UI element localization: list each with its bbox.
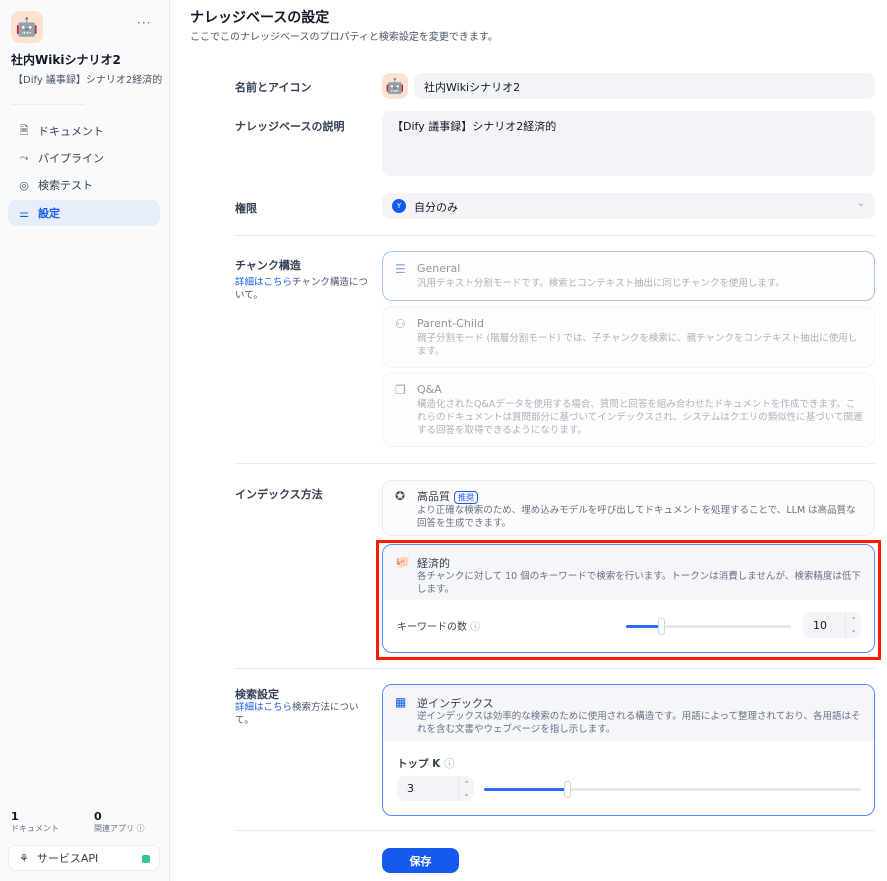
name-input[interactable]: 社内Wikiシナリオ2 [414, 73, 875, 99]
option-title: 逆インデックス [417, 697, 494, 710]
option-desc: 逆インデックスは効率的な検索のために使用される構造です。用語によって整理されてお… [417, 711, 861, 735]
sidebar: 🤖 ··· 社内Wikiシナリオ2 【Dify 議事録】シナリオ2経済的 🗎 ドキ… [0, 0, 170, 881]
retrieval-help: 詳細はこちら検索方法について。 [235, 701, 375, 727]
divider [235, 830, 875, 831]
nav-label: 設定 [38, 207, 60, 220]
divider [11, 104, 85, 105]
apps-label: 関連アプリ ⓘ [94, 823, 145, 834]
chunk-help: 詳細はこちらチャンク構造について。 [235, 276, 375, 302]
option-desc: より正確な検索のため、埋め込みモデルを呼び出してドキュメントを処理することで、L… [417, 505, 856, 529]
option-desc: 親子分割モード (階層分割モード) では、子チャンクを検索に、親チャンクをコンテ… [417, 333, 858, 357]
pipeline-icon: ⤳ [19, 151, 29, 164]
chevron-down-icon: ⌄ [856, 198, 865, 209]
option-title: Parent-Child [417, 317, 484, 330]
page-title: ナレッジベースの設定 [190, 10, 330, 26]
nav-label: パイプライン [38, 152, 104, 165]
index-method-label: インデックス方法 [235, 488, 323, 501]
permission-select[interactable]: Y 自分のみ ⌄ [382, 193, 875, 219]
highlight-box [376, 540, 881, 660]
general-icon: ☰ [395, 262, 406, 276]
sidebar-item-settings[interactable]: ⚌ 設定 [8, 200, 160, 226]
star-icon: ✪ [395, 489, 406, 503]
info-icon[interactable]: ⓘ [137, 824, 145, 833]
option-title: Q&A [417, 383, 442, 396]
hq-title: 高品質 [417, 490, 450, 503]
save-button[interactable]: 保存 [382, 848, 459, 873]
option-title: 高品質 推奨 [417, 488, 478, 504]
target-icon: ◎ [19, 178, 29, 192]
docs-count: 1 [11, 810, 19, 823]
page-subtitle: ここでこのナレッジベースのプロパティと検索設定を変更できます。 [190, 32, 498, 43]
kb-name: 社内Wikiシナリオ2 [11, 53, 121, 67]
document-icon: 🗎 [19, 123, 29, 137]
kb-description: 【Dify 議事録】シナリオ2経済的 [13, 75, 163, 86]
top-k-input[interactable]: 3 ⌃ ⌄ [397, 776, 474, 801]
index-option-high-quality[interactable]: ✪ 高品質 推奨 より正確な検索のため、埋め込みモデルを呼び出してドキュメントを処理す… [382, 480, 875, 536]
nav-label: 検索テスト [38, 179, 93, 192]
user-avatar: Y [392, 199, 406, 213]
name-label: 名前とアイコン [235, 81, 312, 94]
description-textarea[interactable]: 【Dify 議事録】シナリオ2経済的 [382, 111, 875, 176]
parent-child-icon: ⚇ [395, 317, 406, 331]
more-options-icon[interactable]: ··· [137, 16, 151, 30]
permission-value: 自分のみ [414, 201, 458, 214]
apps-label-text: 関連アプリ [94, 824, 134, 833]
service-api-label: サービスAPI [36, 852, 99, 865]
status-indicator [142, 855, 150, 863]
docs-label: ドキュメント [11, 824, 59, 833]
service-api-button[interactable]: ⚘ サービスAPI [8, 845, 160, 871]
retrieval-settings-label: 検索設定 [235, 688, 279, 701]
permission-label: 権限 [235, 202, 257, 215]
slider-thumb[interactable] [563, 781, 571, 798]
description-label: ナレッジベースの説明 [235, 120, 345, 133]
chunk-option-parent-child[interactable]: ⚇ Parent-Child 親子分割モード (階層分割モード) では、子チャンクを… [382, 306, 875, 368]
sidebar-item-documents[interactable]: 🗎 ドキュメント [8, 118, 160, 144]
chunk-structure-label: チャンク構造 [235, 259, 301, 272]
divider [235, 463, 875, 464]
option-desc: 汎用テキスト分割モードです。検索とコンテキスト抽出に同じチャンクを使用します。 [417, 278, 785, 289]
settings-icon: ⚌ [19, 206, 29, 220]
chunk-learn-more-link[interactable]: 詳細はこちら [235, 277, 292, 288]
chunk-option-general[interactable]: ☰ General 汎用テキスト分割モードです。検索とコンテキスト抽出に同じチャンク… [382, 251, 875, 301]
grid-icon: ▦ [395, 695, 407, 709]
sidebar-item-retrieval-test[interactable]: ◎ 検索テスト [8, 172, 160, 198]
kb-avatar-robot-icon[interactable]: 🤖 [11, 11, 43, 43]
sidebar-item-pipeline[interactable]: ⤳ パイプライン [8, 145, 160, 171]
kb-icon-picker[interactable]: 🤖 [382, 73, 408, 99]
chunk-option-qa[interactable]: ❐ Q&A 構造化されたQ&Aデータを使用する場合、質問と回答を組み合わせたドキュメ… [382, 372, 875, 447]
option-desc: 構造化されたQ&Aデータを使用する場合、質問と回答を組み合わせたドキュメントを作… [417, 399, 863, 436]
option-title: General [417, 262, 461, 275]
apps-count: 0 [94, 810, 102, 823]
recommended-badge: 推奨 [454, 491, 478, 504]
qa-icon: ❐ [395, 383, 406, 397]
top-k-label: トップ K ⓘ [397, 756, 454, 771]
api-icon: ⚘ [19, 851, 29, 865]
help-icon[interactable]: ⓘ [444, 758, 455, 770]
inverted-index-card[interactable]: ▦ 逆インデックス 逆インデックスは効率的な検索のために使用される構造です。用語… [382, 684, 875, 816]
top-k-slider[interactable] [484, 781, 861, 798]
retrieval-learn-more-link[interactable]: 詳細はこちら [235, 702, 292, 713]
divider [235, 235, 875, 236]
nav-label: ドキュメント [38, 125, 104, 138]
top-k-label-text: トップ K [397, 758, 441, 770]
stepper-icon[interactable]: ⌃ ⌄ [458, 776, 474, 801]
slider-fill [484, 788, 567, 791]
divider [235, 668, 875, 669]
top-k-value: 3 [407, 782, 414, 795]
